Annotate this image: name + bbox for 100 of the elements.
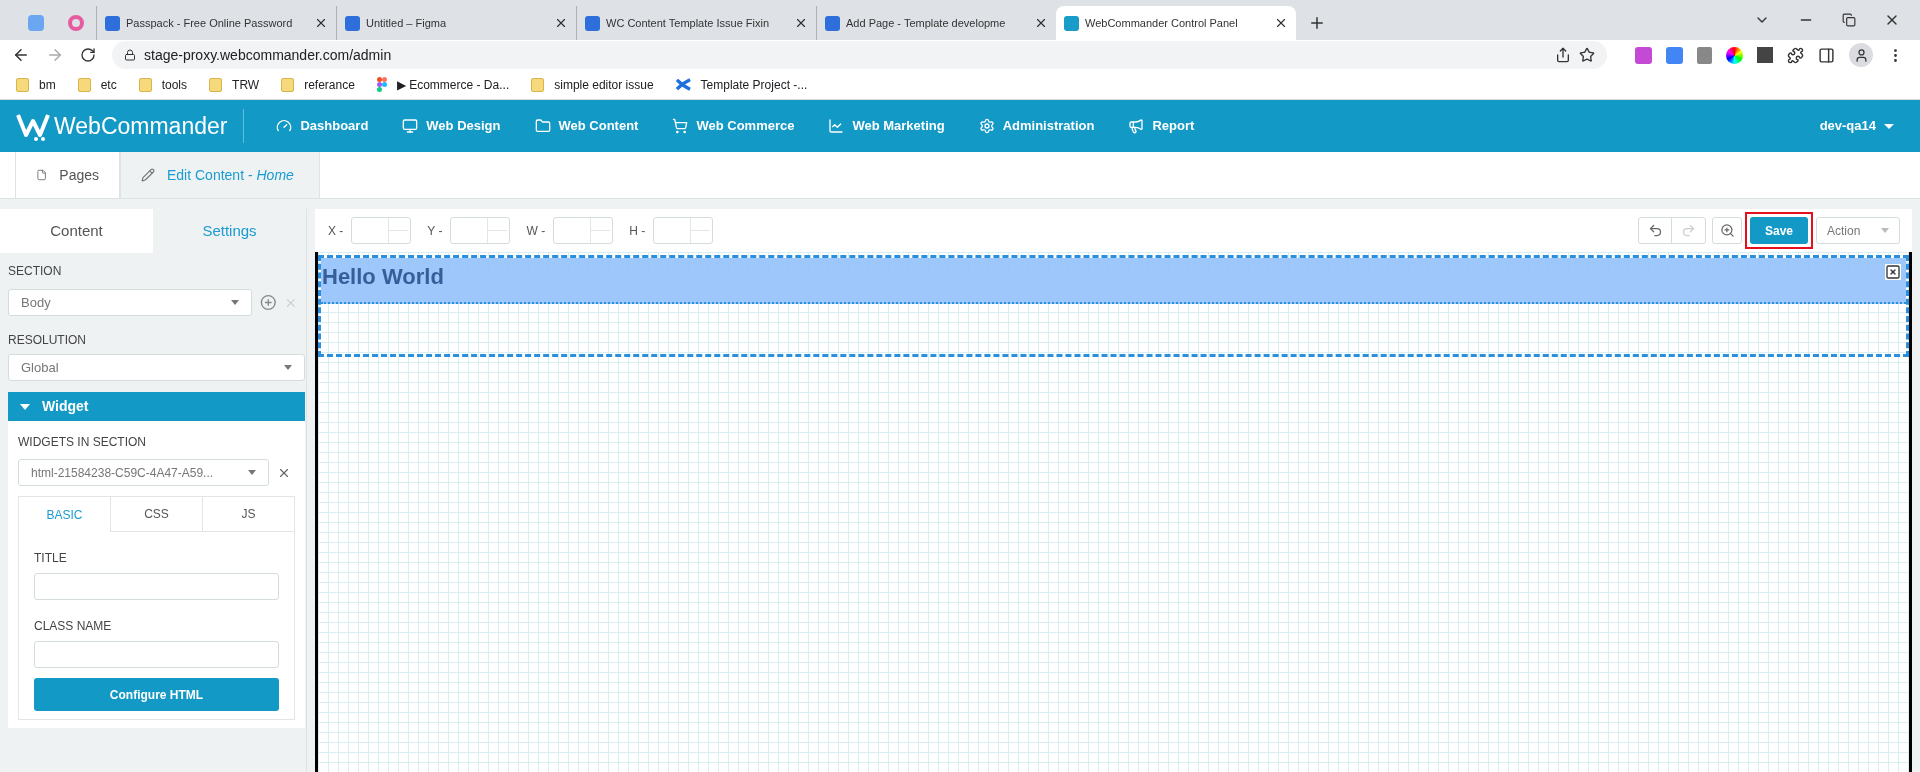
html-widget[interactable]: Hello World [321, 258, 1906, 304]
close-icon[interactable] [1034, 16, 1048, 30]
chart-icon [828, 118, 845, 134]
caret-icon [230, 300, 239, 305]
close-icon[interactable] [1274, 16, 1288, 30]
user-menu[interactable]: dev-qa14 [1819, 116, 1894, 136]
nav-item[interactable]: Dashboard [276, 116, 369, 136]
zoom-button[interactable] [1712, 217, 1742, 244]
side-panel-icon[interactable] [1818, 46, 1835, 64]
folder-icon [138, 77, 152, 92]
number-field[interactable] [553, 217, 614, 244]
widget-tab[interactable]: BASIC [19, 497, 110, 532]
caret-icon [284, 365, 292, 370]
folder-icon [209, 77, 223, 92]
nav-item[interactable]: Web Content [534, 116, 639, 136]
caret-icon [20, 403, 30, 410]
field-label: Y - [427, 222, 443, 240]
nav-item[interactable]: Web Commerce [672, 116, 795, 136]
cross-logo-icon [675, 77, 691, 92]
page-tab[interactable]: Edit Content - Home [120, 152, 320, 198]
new-tab-icon[interactable] [1308, 14, 1326, 32]
folder-icon [16, 77, 29, 92]
title-field[interactable] [34, 573, 279, 600]
caret-icon [1881, 228, 1889, 233]
logo-text: WebCommander [54, 111, 228, 141]
megaphone-icon [1128, 118, 1145, 134]
page-tab[interactable]: Pages [15, 152, 120, 198]
browser-tab[interactable]: WC Content Template Issue Fixin [576, 6, 816, 40]
number-field[interactable] [351, 217, 412, 244]
settings-icon [978, 118, 995, 134]
field-label: H - [629, 222, 646, 240]
widget-dropdown[interactable]: html-21584238-C59C-4A47-A59... [18, 459, 269, 486]
url-text: stage-proxy.webcommander.com/admin [144, 45, 393, 65]
bookmark[interactable]: TRW [209, 75, 260, 94]
bookmark[interactable]: Template Project -... [675, 75, 808, 94]
close-box-icon[interactable] [1885, 264, 1901, 280]
caret-icon [1884, 123, 1894, 129]
bookmark-star-icon[interactable] [1579, 47, 1595, 63]
favicon-icon [105, 15, 120, 31]
close-icon[interactable] [314, 16, 328, 30]
bookmark[interactable]: ▶ Ecommerce - Da... [376, 75, 510, 94]
action-dropdown[interactable]: Action [1816, 217, 1900, 244]
section-label: SECTION [8, 263, 63, 280]
redo-icon [1681, 223, 1696, 238]
close-icon[interactable] [554, 16, 568, 30]
bookmark[interactable]: referance [281, 75, 355, 94]
restore-icon[interactable] [1842, 13, 1856, 27]
bookmark[interactable]: tools [138, 75, 188, 94]
bookmark[interactable]: bm [16, 75, 56, 94]
widget-panel-header[interactable]: Widget [8, 392, 305, 421]
nav-item[interactable]: Administration [978, 116, 1095, 136]
resolution-dropdown[interactable]: Global [8, 354, 305, 381]
class-name-field[interactable] [34, 641, 279, 668]
extension-icon[interactable] [1635, 46, 1652, 64]
widget-tab[interactable]: JS [202, 497, 294, 532]
back-icon[interactable] [12, 46, 30, 64]
extensions-icon[interactable] [1787, 46, 1804, 64]
tab-title: Add Page - Template developme [846, 15, 1007, 31]
sidebar-tab[interactable]: Content [0, 209, 153, 253]
browser-tab[interactable]: WebCommander Control Panel [1056, 6, 1296, 40]
widget-tab[interactable]: CSS [110, 497, 202, 532]
favicon-icon [1064, 15, 1079, 31]
tab-title: WC Content Template Issue Fixin [606, 15, 771, 31]
browser-tab[interactable]: Untitled – Figma [336, 6, 576, 40]
pencil-icon [141, 168, 155, 182]
ring-icon [68, 15, 84, 31]
section-dropdown[interactable]: Body [8, 289, 252, 316]
person-icon [1853, 47, 1869, 63]
page-icon [36, 167, 48, 183]
address-bar[interactable]: stage-proxy.webcommander.com/admin [112, 41, 1607, 69]
cart-icon [672, 118, 689, 134]
tab-title: Passpack - Free Online Password [126, 15, 294, 31]
field-label: X - [328, 222, 344, 240]
profile-avatar[interactable] [1849, 43, 1873, 67]
widgets-label: WIDGETS IN SECTION [18, 434, 147, 451]
close-icon[interactable] [794, 16, 808, 30]
browser-tab[interactable]: Add Page - Template developme [816, 6, 1056, 40]
logo-icon [16, 111, 50, 141]
share-icon[interactable] [1555, 47, 1571, 63]
color-wheel-icon[interactable] [1726, 46, 1743, 64]
reload-icon[interactable] [80, 47, 96, 63]
bookmark[interactable]: simple editor issue [531, 75, 654, 94]
class-name-label: CLASS NAME [34, 618, 113, 635]
configure-html-button[interactable]: Configure HTML [34, 678, 279, 711]
number-field[interactable] [653, 217, 714, 244]
favicon-icon [825, 15, 840, 31]
nav-item[interactable]: Web Marketing [828, 116, 945, 136]
bookmark[interactable]: etc [77, 75, 117, 94]
folder-icon [534, 118, 551, 134]
browser-tab[interactable]: Passpack - Free Online Password [96, 6, 336, 40]
favicon-icon [585, 15, 600, 31]
save-button[interactable]: Save [1750, 217, 1808, 244]
nav-item[interactable]: Web Design [402, 116, 501, 136]
gauge-icon [276, 118, 293, 134]
number-field[interactable] [450, 217, 511, 244]
zoom-icon [1719, 223, 1735, 238]
resolution-label: RESOLUTION [8, 332, 87, 349]
add-icon[interactable] [259, 294, 277, 311]
nav-item[interactable]: Report [1128, 116, 1195, 136]
monitor-icon [402, 118, 419, 134]
